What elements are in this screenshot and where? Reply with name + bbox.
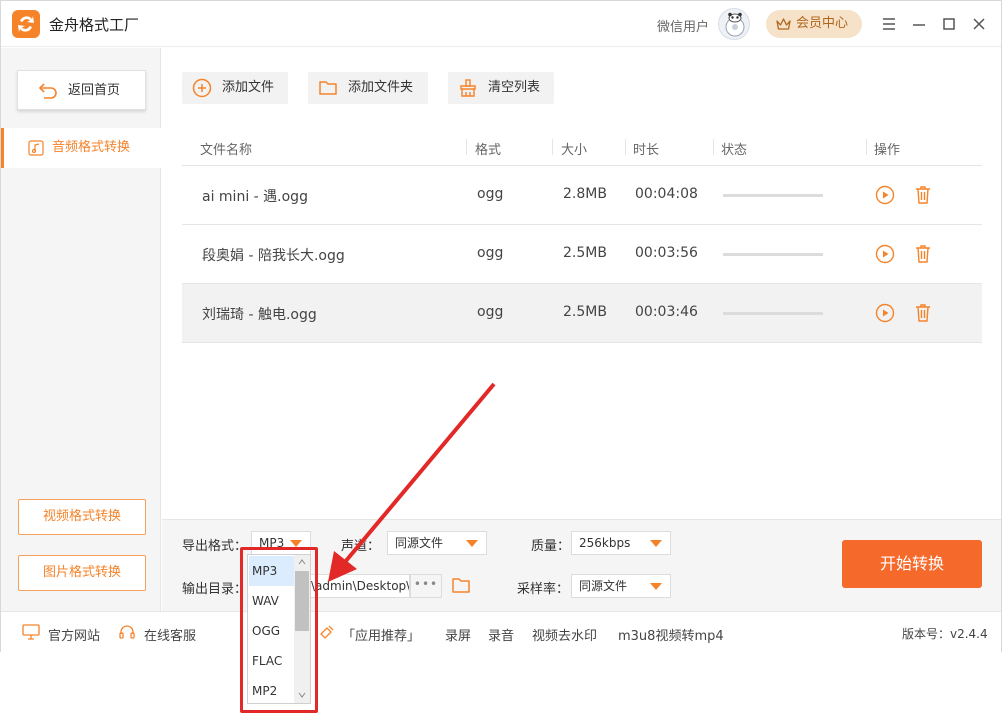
monitor-icon — [22, 624, 40, 640]
quality-value: 256kbps — [579, 536, 631, 550]
add-folder-button[interactable]: 添加文件夹 — [308, 72, 428, 104]
output-dir-value: \admin\Desktop\ — [311, 579, 410, 593]
online-service-link[interactable]: 在线客服 — [144, 625, 196, 644]
close-icon[interactable] — [969, 14, 989, 34]
add-file-label: 添加文件 — [222, 80, 275, 95]
file-size: 2.8MB — [563, 186, 607, 202]
play-icon[interactable] — [875, 185, 895, 205]
video-convert-button[interactable]: 视频格式转换 — [18, 499, 146, 535]
vip-center-label: 会员中心 — [796, 16, 849, 31]
progress-bar — [723, 194, 823, 197]
file-name: 刘瑞琦 - 触电.ogg — [202, 307, 317, 323]
file-name: 段奥娟 - 陪我长大.ogg — [202, 248, 345, 264]
col-header-actions: 操作 — [874, 143, 901, 158]
headset-icon — [119, 625, 135, 639]
file-format: ogg — [477, 186, 504, 202]
image-convert-button[interactable]: 图片格式转换 — [18, 555, 146, 591]
quality-label: 质量： — [531, 539, 571, 554]
file-size: 2.5MB — [563, 245, 607, 261]
title-bar: 金舟格式工厂 微信用户 会员中心 — [1, 1, 1001, 47]
channel-select[interactable]: 同源文件 — [387, 531, 487, 555]
open-folder-icon[interactable] — [451, 576, 471, 598]
trash-icon[interactable] — [913, 185, 933, 205]
file-table-header: 文件名称 格式 大小 时长 状态 操作 — [182, 129, 982, 166]
sample-rate-select[interactable]: 同源文件 — [571, 574, 671, 598]
broom-icon — [460, 79, 476, 97]
vip-center-button[interactable]: 会员中心 — [766, 10, 862, 38]
sidebar: 返回首页 音频格式转换 视频格式转换 图片格式转换 — [1, 48, 161, 611]
file-duration: 00:04:08 — [635, 186, 698, 202]
back-home-button[interactable]: 返回首页 — [17, 70, 146, 110]
channel-value: 同源文件 — [395, 536, 444, 550]
file-format: ogg — [477, 304, 504, 320]
output-dir-label: 输出目录： — [182, 582, 248, 597]
sample-rate-value: 同源文件 — [579, 579, 628, 593]
col-header-format: 格式 — [475, 143, 502, 158]
folder-icon — [319, 81, 337, 95]
channel-label: 声道： — [341, 539, 381, 554]
chevron-down-icon — [290, 540, 302, 547]
version-label: 版本号：v2.4.4 — [902, 627, 988, 641]
plugin-icon — [320, 625, 334, 639]
footer: 官方网站 在线客服 「应用推荐」 录屏 录音 视频去水印 m3u8视频转mp4 … — [1, 611, 1001, 652]
footer-link-m3u8-to-mp4[interactable]: m3u8视频转mp4 — [618, 625, 724, 644]
table-row[interactable]: ai mini - 遇.ogg ogg 2.8MB 00:04:08 — [182, 166, 982, 225]
quality-select[interactable]: 256kbps — [571, 531, 671, 555]
play-icon[interactable] — [875, 244, 895, 264]
chevron-down-icon — [650, 540, 662, 547]
footer-link-record-audio[interactable]: 录音 — [488, 625, 514, 644]
file-duration: 00:03:56 — [635, 245, 698, 261]
col-header-size: 大小 — [561, 143, 588, 158]
chevron-down-icon — [650, 583, 662, 590]
menu-icon[interactable] — [879, 14, 899, 34]
back-arrow-icon — [38, 83, 57, 99]
music-note-icon — [28, 140, 44, 156]
chevron-down-icon — [466, 540, 478, 547]
user-name[interactable]: 微信用户 — [657, 16, 709, 35]
sidebar-item-audio-convert[interactable]: 音频格式转换 — [1, 128, 161, 168]
app-title: 金舟格式工厂 — [49, 16, 140, 34]
play-icon[interactable] — [875, 303, 895, 323]
col-header-name: 文件名称 — [200, 143, 253, 158]
trash-icon[interactable] — [913, 303, 933, 323]
crown-icon — [776, 18, 791, 30]
add-folder-label: 添加文件夹 — [348, 80, 414, 95]
clear-list-button[interactable]: 清空列表 — [448, 72, 554, 104]
avatar[interactable] — [718, 8, 750, 40]
col-header-status: 状态 — [721, 143, 748, 158]
annotation-highlight-box — [240, 547, 318, 713]
clear-list-label: 清空列表 — [488, 80, 541, 95]
table-row[interactable]: 段奥娟 - 陪我长大.ogg ogg 2.5MB 00:03:56 — [182, 225, 982, 284]
app-window: 金舟格式工厂 微信用户 会员中心 返回首页 音频格式转换 视频格式转换 图片格式… — [0, 0, 1002, 652]
col-header-duration: 时长 — [633, 143, 660, 158]
maximize-icon[interactable] — [939, 14, 959, 34]
progress-bar — [723, 253, 823, 256]
footer-link-remove-watermark[interactable]: 视频去水印 — [532, 625, 597, 644]
minimize-icon[interactable] — [909, 14, 929, 34]
app-logo-icon — [12, 10, 40, 38]
sidebar-item-label: 音频格式转换 — [52, 140, 131, 155]
browse-dir-button[interactable]: ••• — [410, 574, 442, 598]
start-convert-button[interactable]: 开始转换 — [842, 540, 982, 588]
progress-bar — [723, 312, 823, 315]
plus-circle-icon — [192, 78, 212, 98]
file-format: ogg — [477, 245, 504, 261]
official-website-link[interactable]: 官方网站 — [48, 625, 100, 644]
table-row[interactable]: 刘瑞琦 - 触电.ogg ogg 2.5MB 00:03:46 — [182, 284, 982, 343]
trash-icon[interactable] — [913, 244, 933, 264]
app-recommend-link[interactable]: 「应用推荐」 — [342, 625, 420, 644]
file-duration: 00:03:46 — [635, 304, 698, 320]
file-name: ai mini - 遇.ogg — [202, 189, 308, 205]
output-dir-input[interactable]: \admin\Desktop\ — [310, 574, 410, 598]
sample-rate-label: 采样率： — [517, 582, 570, 597]
back-home-label: 返回首页 — [68, 83, 121, 98]
add-file-button[interactable]: 添加文件 — [182, 72, 288, 104]
output-format-label: 导出格式： — [182, 539, 248, 554]
footer-link-record-screen[interactable]: 录屏 — [445, 625, 471, 644]
file-size: 2.5MB — [563, 304, 607, 320]
